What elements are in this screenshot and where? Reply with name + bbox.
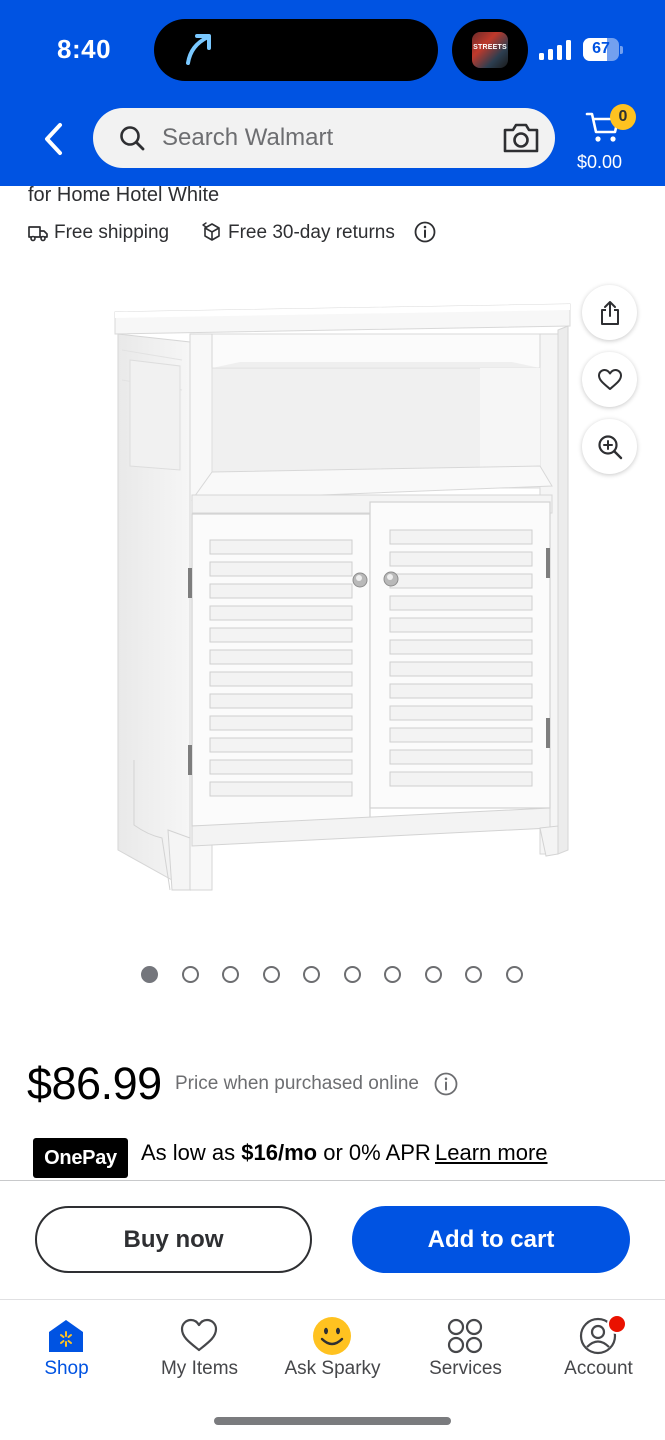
price-note: Price when purchased online <box>175 1073 419 1094</box>
cart-total: $0.00 <box>577 152 623 172</box>
search-input[interactable]: Search Walmart <box>162 124 333 152</box>
carousel-dot[interactable] <box>465 966 482 983</box>
product-title: for Home Hotel White <box>28 184 220 206</box>
carousel-dot[interactable] <box>141 966 158 983</box>
cart-button[interactable]: 0 $0.00 <box>575 104 636 176</box>
tab-shop[interactable]: Shop <box>0 1300 133 1390</box>
fulfillment-row: Free shipping Free 30-day returns <box>28 221 448 247</box>
zoom-in-icon <box>597 434 622 459</box>
tab-ask-sparky[interactable]: Ask Sparky <box>266 1300 399 1390</box>
search-icon <box>120 126 145 151</box>
product-image[interactable] <box>100 290 580 900</box>
dynamic-island[interactable] <box>154 19 438 81</box>
notification-dot <box>607 1314 627 1334</box>
carousel-dot[interactable] <box>303 966 320 983</box>
free-shipping-label: Free shipping <box>54 222 170 243</box>
search-bar[interactable]: Search Walmart <box>93 108 555 168</box>
app-header: 8:40 STREETS 67 Search Walmart 0 $0.00 <box>0 0 665 186</box>
tab-services[interactable]: Services <box>399 1300 532 1390</box>
live-activity[interactable]: STREETS <box>452 19 528 81</box>
free-returns-label: Free 30-day returns <box>228 222 395 243</box>
battery-level: 67 <box>592 40 610 57</box>
cellular-signal-icon <box>539 40 571 60</box>
carousel-dot[interactable] <box>181 966 199 983</box>
truck-icon <box>28 226 48 242</box>
carousel-dot[interactable] <box>262 966 280 983</box>
camera-icon[interactable] <box>502 121 540 155</box>
onepay-offer: As low as $16/mo or 0% APR <box>141 1140 431 1165</box>
status-time: 8:40 <box>57 34 112 64</box>
tab-account[interactable]: Account <box>532 1300 665 1390</box>
heart-icon <box>180 1318 218 1352</box>
info-icon[interactable] <box>414 221 436 243</box>
tab-label: Ask Sparky <box>284 1358 381 1379</box>
carousel-dot[interactable] <box>343 966 361 983</box>
navigation-arrow-icon <box>186 34 211 65</box>
favorite-button[interactable] <box>582 352 637 407</box>
services-icon <box>447 1318 483 1354</box>
sparky-icon <box>313 1317 351 1355</box>
image-carousel-indicator <box>141 966 531 986</box>
tab-label: My Items <box>160 1358 239 1379</box>
heart-icon <box>597 368 622 390</box>
buy-now-button[interactable]: Buy now <box>35 1206 312 1273</box>
cart-count-badge: 0 <box>610 104 636 130</box>
info-icon[interactable] <box>434 1072 458 1096</box>
chevron-left-icon <box>45 123 62 155</box>
tab-my-items[interactable]: My Items <box>133 1300 266 1390</box>
carousel-dot[interactable] <box>424 966 442 983</box>
home-indicator[interactable] <box>214 1417 451 1425</box>
share-icon <box>600 300 619 325</box>
onepay-logo: OnePay <box>33 1138 128 1178</box>
purchase-action-bar: Buy now Add to cart <box>0 1180 665 1300</box>
live-activity-thumbnail: STREETS <box>472 32 508 68</box>
share-button[interactable] <box>582 285 637 340</box>
zoom-button[interactable] <box>582 419 637 474</box>
tab-label: Account <box>564 1358 633 1379</box>
product-price: $86.99 <box>27 1058 162 1109</box>
carousel-dot[interactable] <box>222 966 239 983</box>
carousel-dot[interactable] <box>384 966 401 983</box>
battery-icon: 67 <box>583 38 623 61</box>
shop-icon <box>49 1320 83 1352</box>
carousel-dot[interactable] <box>505 966 523 983</box>
return-box-icon <box>202 222 220 241</box>
back-button[interactable] <box>30 113 78 165</box>
add-to-cart-button[interactable]: Add to cart <box>352 1206 630 1273</box>
tab-label: Shop <box>44 1358 89 1379</box>
learn-more-link[interactable]: Learn more <box>435 1140 548 1166</box>
tab-label: Services <box>429 1358 502 1379</box>
